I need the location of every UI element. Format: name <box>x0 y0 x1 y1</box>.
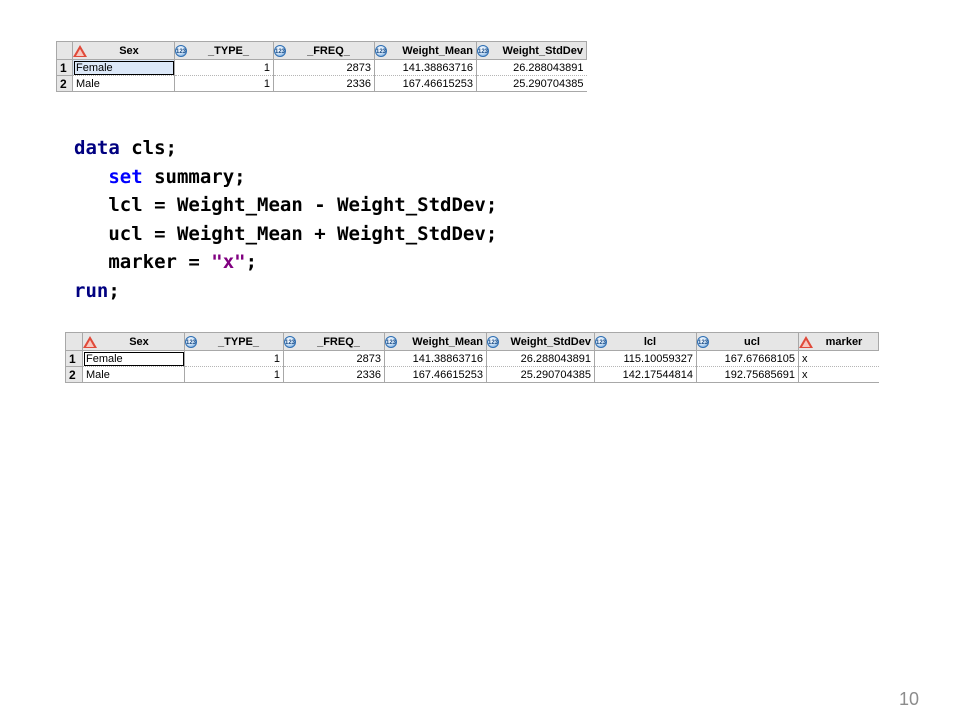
sas-code-block: data cls; set summary; lcl = Weight_Mean… <box>74 134 497 306</box>
cell-freq[interactable]: 2336 <box>273 75 375 92</box>
row-number[interactable]: 1 <box>56 59 73 76</box>
cell-weight-stddev[interactable]: 26.288043891 <box>476 59 587 76</box>
column-header-weight-mean[interactable]: 123 Weight_Mean <box>384 332 487 351</box>
column-header-type[interactable]: 123 _TYPE_ <box>174 41 274 60</box>
table-row[interactable]: 2 Male 1 2336 167.46615253 25.290704385 … <box>65 366 879 383</box>
code-text: cls; <box>119 137 177 159</box>
cell-type[interactable]: 1 <box>184 366 284 383</box>
column-header-lcl[interactable]: 123 lcl <box>594 332 697 351</box>
cell-sex[interactable]: Male <box>82 366 185 383</box>
column-header-freq[interactable]: 123 _FREQ_ <box>283 332 385 351</box>
corner-cell[interactable] <box>65 332 83 351</box>
numeric-column-icon: 123 <box>697 335 709 348</box>
cell-freq[interactable]: 2873 <box>283 350 385 367</box>
code-text: marker = <box>108 251 212 274</box>
code-text: lcl = Weight_Mean - Weight_StdDev; <box>108 194 498 217</box>
numeric-column-icon: 123 <box>375 44 387 57</box>
column-header-ucl[interactable]: 123 ucl <box>696 332 799 351</box>
code-text: ; <box>245 251 258 274</box>
column-header-weight-stddev[interactable]: 123 Weight_StdDev <box>486 332 595 351</box>
character-column-icon <box>73 44 87 57</box>
keyword-data: data <box>74 137 120 159</box>
keyword-run: run <box>74 279 109 302</box>
cell-weight-stddev[interactable]: 25.290704385 <box>486 366 595 383</box>
column-header-sex[interactable]: Sex <box>72 41 175 60</box>
numeric-column-icon: 123 <box>274 44 286 57</box>
numeric-column-icon: 123 <box>487 335 499 348</box>
column-header-weight-mean[interactable]: 123 Weight_Mean <box>374 41 477 60</box>
character-column-icon <box>799 335 813 348</box>
column-header-type[interactable]: 123 _TYPE_ <box>184 332 284 351</box>
table-row[interactable]: 1 Female 1 2873 141.38863716 26.28804389… <box>65 350 879 367</box>
summary-table: Sex 123 _TYPE_ 123 _FREQ_ 123 Weight_Mean 1… <box>56 41 587 92</box>
cell-ucl[interactable]: 192.75685691 <box>696 366 799 383</box>
numeric-column-icon: 123 <box>595 335 607 348</box>
character-column-icon <box>83 335 97 348</box>
cell-weight-mean[interactable]: 167.46615253 <box>384 366 487 383</box>
keyword-set: set <box>108 165 143 188</box>
row-number[interactable]: 2 <box>65 366 83 383</box>
cell-marker[interactable]: x <box>798 366 879 383</box>
cell-sex[interactable]: Female <box>82 350 185 367</box>
cell-weight-stddev[interactable]: 26.288043891 <box>486 350 595 367</box>
column-header-marker[interactable]: marker <box>798 332 879 351</box>
cell-weight-mean[interactable]: 167.46615253 <box>374 75 477 92</box>
cell-weight-stddev[interactable]: 25.290704385 <box>476 75 587 92</box>
numeric-column-icon: 123 <box>284 335 296 348</box>
numeric-column-icon: 123 <box>477 44 489 57</box>
cell-ucl[interactable]: 167.67668105 <box>696 350 799 367</box>
cell-type[interactable]: 1 <box>174 59 274 76</box>
column-header-sex[interactable]: Sex <box>82 332 185 351</box>
row-number[interactable]: 2 <box>56 75 73 92</box>
cell-sex[interactable]: Female <box>72 59 175 76</box>
cell-freq[interactable]: 2873 <box>273 59 375 76</box>
cell-weight-mean[interactable]: 141.38863716 <box>374 59 477 76</box>
cell-type[interactable]: 1 <box>174 75 274 92</box>
cell-sex[interactable]: Male <box>72 75 175 92</box>
numeric-column-icon: 123 <box>385 335 397 348</box>
code-text: summary; <box>142 165 246 188</box>
cell-lcl[interactable]: 115.10059327 <box>594 350 697 367</box>
numeric-column-icon: 123 <box>185 335 197 348</box>
header-row: Sex 123 _TYPE_ 123 _FREQ_ 123 Weight_Mean 1… <box>56 41 587 60</box>
cell-lcl[interactable]: 142.17544814 <box>594 366 697 383</box>
code-text: ; <box>108 279 120 302</box>
string-literal: "x" <box>211 251 246 274</box>
cell-type[interactable]: 1 <box>184 350 284 367</box>
table-row[interactable]: 2 Male 1 2336 167.46615253 25.290704385 <box>56 75 587 92</box>
cell-weight-mean[interactable]: 141.38863716 <box>384 350 487 367</box>
row-number[interactable]: 1 <box>65 350 83 367</box>
numeric-column-icon: 123 <box>175 44 187 57</box>
header-row: Sex 123 _TYPE_ 123 _FREQ_ 123 Weight_Mean 1… <box>65 332 879 351</box>
page-number: 10 <box>899 689 920 709</box>
cell-marker[interactable]: x <box>798 350 879 367</box>
cell-freq[interactable]: 2336 <box>283 366 385 383</box>
column-header-freq[interactable]: 123 _FREQ_ <box>273 41 375 60</box>
corner-cell[interactable] <box>56 41 73 60</box>
code-text: ucl = Weight_Mean + Weight_StdDev; <box>108 222 498 245</box>
table-row[interactable]: 1 Female 1 2873 141.38863716 26.28804389… <box>56 59 587 76</box>
cls-table: Sex 123 _TYPE_ 123 _FREQ_ 123 Weight_Mean 1… <box>65 332 879 383</box>
column-header-weight-stddev[interactable]: 123 Weight_StdDev <box>476 41 587 60</box>
